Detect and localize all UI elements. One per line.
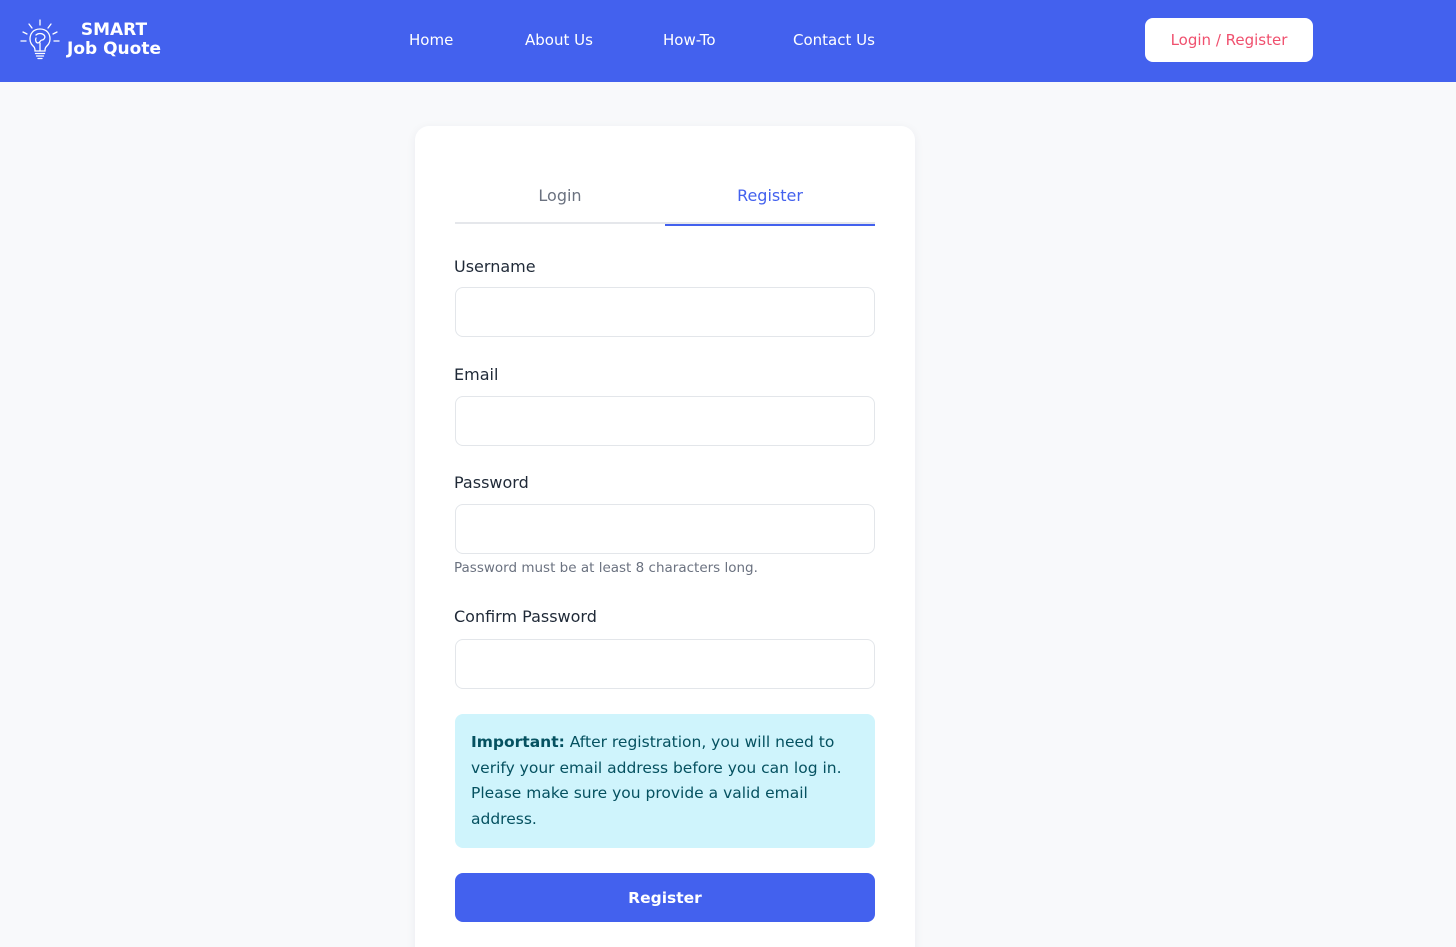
password-label: Password xyxy=(454,473,529,492)
top-navbar: SMART Job Quote Home About Us How-To Con… xyxy=(0,0,1456,82)
notice-bold-label: Important: xyxy=(471,733,565,751)
brand-name: SMART Job Quote xyxy=(67,21,161,59)
tab-register[interactable]: Register xyxy=(665,166,875,226)
username-input[interactable] xyxy=(455,287,875,337)
username-label: Username xyxy=(454,257,536,276)
auth-card: Login Register Username Email Password P… xyxy=(415,126,915,947)
password-hint: Password must be at least 8 characters l… xyxy=(454,560,758,576)
nav-howto-link[interactable]: How-To xyxy=(663,30,716,50)
confirm-password-label: Confirm Password xyxy=(454,607,597,626)
nav-contact-link[interactable]: Contact Us xyxy=(793,30,875,50)
brand-line-1: SMART xyxy=(80,20,148,40)
lightbulb-brain-icon xyxy=(20,19,60,60)
nav-about-link[interactable]: About Us xyxy=(525,30,593,50)
confirm-password-input[interactable] xyxy=(455,639,875,689)
nav-home-link[interactable]: Home xyxy=(409,30,453,50)
login-register-button[interactable]: Login / Register xyxy=(1145,18,1313,62)
email-label: Email xyxy=(454,365,499,384)
brand-logo[interactable]: SMART Job Quote xyxy=(20,19,161,61)
password-input[interactable] xyxy=(455,504,875,554)
auth-tabs: Login Register xyxy=(455,166,875,226)
verification-notice: Important: After registration, you will … xyxy=(455,714,875,848)
brand-line-2: Job Quote xyxy=(67,39,161,59)
tab-login[interactable]: Login xyxy=(455,166,665,224)
email-input[interactable] xyxy=(455,396,875,446)
register-submit-button[interactable]: Register xyxy=(455,873,875,922)
